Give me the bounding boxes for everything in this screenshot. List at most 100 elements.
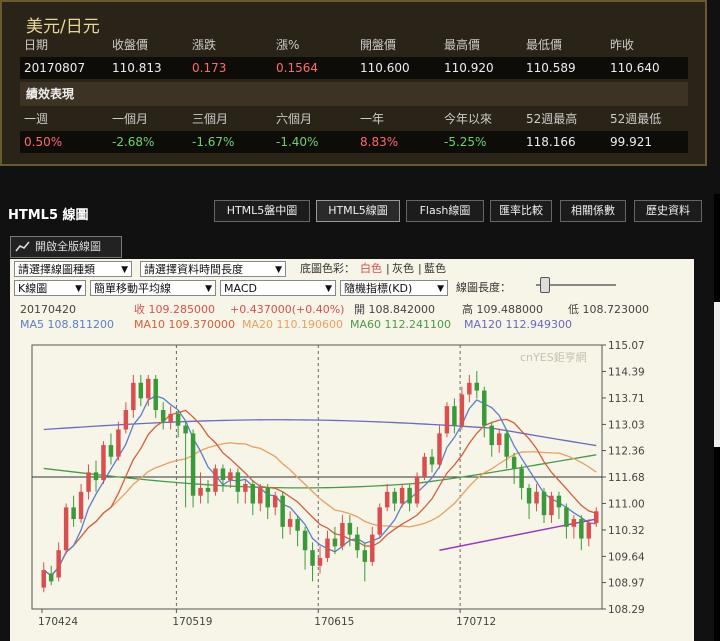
bg-color-blue[interactable]: 藍色 [424, 261, 446, 277]
performance-title: 績效表現 [26, 87, 75, 101]
info-high: 高 109.488000 [462, 303, 543, 316]
hdr-high: 最高價 [444, 38, 481, 52]
candle-body [467, 382, 472, 395]
chart-length-label: 線圖長度： [456, 281, 511, 294]
kd-select[interactable]: 隨機指標(KD) ▼ [340, 280, 448, 296]
tab-fx-compare[interactable]: 匯率比較 [490, 200, 552, 222]
val-close: 110.813 [112, 61, 162, 75]
y-tick-label: 114.39 [608, 366, 645, 378]
candle-body [482, 390, 487, 426]
candle-body [355, 534, 360, 551]
perf-hdr-1w: 一週 [24, 112, 49, 126]
candle-body [564, 507, 569, 527]
kline-value: K線圖 [18, 282, 48, 295]
candle-body [153, 378, 158, 411]
candle-body [250, 484, 256, 504]
y-tick-label: 113.03 [608, 419, 645, 431]
x-tick-label: 170712 [456, 616, 496, 628]
chart-panel: HTML5 線圖 HTML5盤中圖 HTML5線圖 Flash線圖 匯率比較 相… [0, 194, 714, 641]
bg-color-white[interactable]: 白色 [360, 261, 382, 277]
candle-body [541, 491, 547, 516]
macd-value: MACD [224, 282, 257, 295]
perf-val-52low: 99.921 [610, 135, 652, 149]
candle-body [496, 433, 502, 446]
val-open: 110.600 [360, 61, 410, 75]
val-prev-close: 110.640 [610, 61, 660, 75]
tab-flash-chart[interactable]: Flash線圖 [406, 200, 484, 222]
candle-body [437, 433, 442, 465]
tab-html5-chart[interactable]: HTML5線圖 [316, 200, 400, 222]
tab-html5-intraday[interactable]: HTML5盤中圖 [214, 200, 310, 222]
x-tick-label: 170615 [314, 616, 354, 628]
candle-body [146, 378, 151, 399]
info-open: 開 108.842000 [354, 303, 435, 316]
perf-val-6m: -1.40% [276, 135, 319, 149]
candlestick-chart[interactable]: cnYES鉅亨網 115.07114.39113.71113.03112.361… [10, 335, 694, 641]
bg-color-sep-1: | [386, 262, 390, 275]
candle-body [392, 491, 397, 504]
candle-body [579, 519, 584, 539]
candle-body [519, 468, 524, 488]
perf-header-row: 一週 一個月 三個月 六個月 一年 今年以來 52週最高 52週最低 [20, 108, 688, 130]
hdr-change-pct: 漲% [276, 38, 300, 52]
candle-body [71, 507, 76, 520]
candle-body [101, 445, 106, 481]
chart-area: 請選擇線圖種類 ▼ 請選擇資料時間長度 ▼ 底圖色彩： 白色 | 灰色 | 藍色 K… [10, 259, 694, 641]
open-fullscreen-label: 開啟全版線圖 [35, 240, 101, 253]
candle-body [302, 530, 308, 551]
candle-body [78, 491, 84, 520]
candle-body [220, 468, 226, 481]
candle-body [175, 413, 181, 426]
chevron-down-icon: ▼ [75, 284, 82, 294]
bg-color-sep-2: | [418, 262, 422, 275]
val-date: 20170807 [24, 61, 86, 75]
candle-body [86, 472, 91, 492]
info-ma60: MA60 112.241100 [350, 318, 451, 331]
val-low: 110.589 [526, 61, 576, 75]
perf-val-3m: -1.67% [192, 135, 235, 149]
candle-body [228, 472, 233, 481]
open-fullscreen-chart-button[interactable]: 開啟全版線圖 [10, 236, 122, 258]
tab-correlation[interactable]: 相關係數 [560, 200, 626, 222]
x-tick-label: 170424 [38, 616, 78, 628]
chart-type-select[interactable]: 請選擇線圖種類 ▼ [14, 261, 132, 277]
candle-body [399, 487, 405, 504]
candle-body [571, 519, 577, 527]
candle-body [198, 487, 203, 496]
candle-body [504, 433, 509, 457]
chart-line-icon [15, 241, 30, 252]
hdr-close: 收盤價 [112, 38, 149, 52]
x-axis: 170424 170519 170615 170712 [38, 609, 496, 628]
macd-select[interactable]: MACD ▼ [220, 280, 336, 296]
y-tick-label: 115.07 [608, 340, 645, 352]
section-gap [0, 166, 720, 194]
candle-body [347, 522, 353, 535]
info-close: 收 109.285000 [134, 303, 215, 316]
candle-body [459, 394, 465, 426]
chevron-down-icon: ▼ [121, 265, 128, 275]
time-length-select[interactable]: 請選擇資料時間長度 ▼ [140, 261, 286, 277]
candle-body [452, 406, 457, 426]
candle-body [489, 425, 494, 446]
candle-body [422, 456, 427, 477]
candle-body [108, 445, 114, 457]
y-tick-label: 108.97 [608, 578, 645, 590]
kline-select[interactable]: K線圖 ▼ [14, 280, 86, 296]
x-tick-label: 170519 [172, 616, 212, 628]
perf-hdr-1m: 一個月 [112, 112, 149, 126]
candle-body [295, 519, 300, 531]
tab-history[interactable]: 歷史資料 [634, 200, 702, 222]
slider-knob[interactable] [540, 277, 550, 293]
perf-hdr-6m: 六個月 [276, 112, 313, 126]
ma-select[interactable]: 簡單移動平均線 ▼ [90, 280, 216, 296]
candle-body [549, 495, 554, 516]
bg-color-gray[interactable]: 灰色 [392, 261, 414, 277]
y-tick-label: 109.64 [608, 551, 645, 563]
candle-body [243, 484, 248, 492]
chevron-down-icon: ▼ [325, 284, 332, 294]
candle-body [138, 382, 144, 399]
candle-body [362, 550, 368, 562]
candle-body [511, 456, 517, 469]
y-tick-label: 112.36 [608, 446, 645, 458]
chart-length-slider[interactable] [536, 277, 616, 293]
